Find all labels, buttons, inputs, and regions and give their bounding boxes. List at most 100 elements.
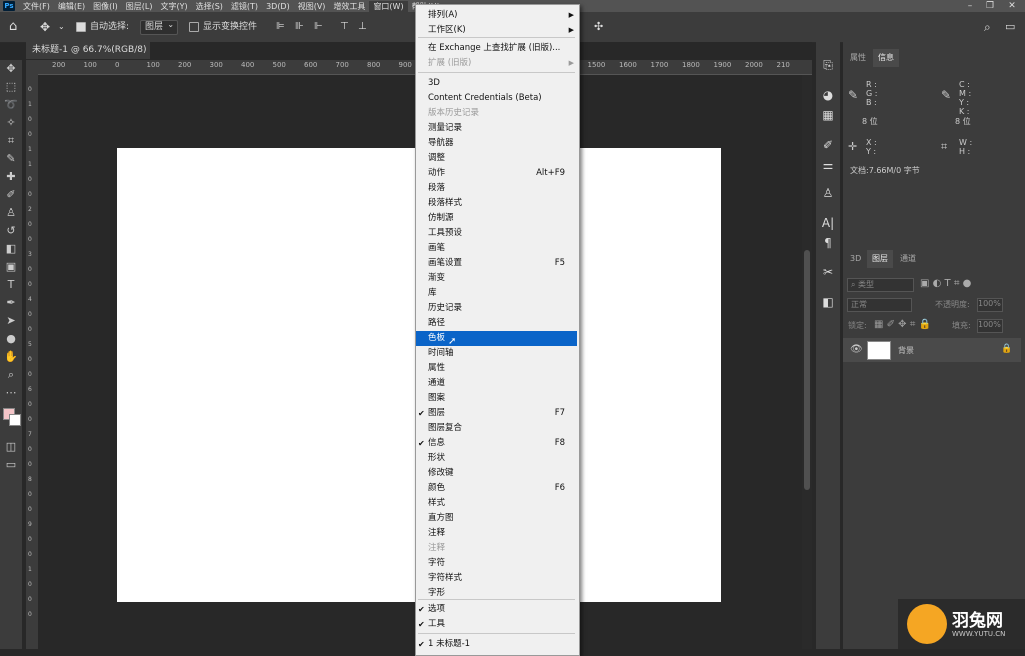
menu-select[interactable]: 选择(S) — [192, 1, 227, 12]
menu-plugins[interactable]: 增效工具 — [329, 1, 369, 12]
menu-filter[interactable]: 滤镜(T) — [227, 1, 262, 12]
auto-select-dropdown[interactable]: 图层 — [140, 12, 179, 42]
menu-item[interactable]: 图案 — [416, 391, 577, 406]
more-tools-icon[interactable]: ⋯ — [0, 384, 22, 402]
visibility-eye-icon[interactable]: 👁 — [850, 344, 863, 355]
zoom-tool-icon[interactable]: ⌕ — [0, 366, 22, 384]
swatches-panel-icon[interactable]: ▦ — [816, 108, 840, 122]
workspace-icon[interactable]: ▭ — [1005, 12, 1015, 42]
crop-tool-icon[interactable]: ⌗ — [0, 132, 22, 150]
shape-tool-icon[interactable]: ● — [0, 330, 22, 348]
menu-item[interactable]: 字符 — [416, 556, 577, 571]
menu-item[interactable]: ✔ 1 未标题-1 — [416, 637, 577, 652]
show-transform-checkbox[interactable]: 显示变换控件 — [189, 12, 257, 42]
menu-item[interactable]: 工作区(K) ▶ — [416, 23, 577, 38]
layer-thumbnail[interactable] — [867, 341, 891, 360]
menu-item[interactable]: 属性 — [416, 361, 577, 376]
menu-item[interactable]: 仿制源 — [416, 211, 577, 226]
close-window-icon[interactable]: ✕ — [1002, 0, 1022, 12]
menu-file[interactable]: 文件(F) — [19, 1, 54, 12]
fill-value[interactable]: 100% — [977, 319, 1003, 333]
minimize-icon[interactable]: – — [960, 0, 980, 12]
tab-channels[interactable]: 通道 — [895, 250, 921, 268]
menu-item[interactable]: 样式 — [416, 496, 577, 511]
lasso-tool-icon[interactable]: ➰ — [0, 96, 22, 114]
menu-view[interactable]: 视图(V) — [294, 1, 330, 12]
blend-mode-dropdown[interactable]: 正常 — [847, 298, 912, 312]
menu-item[interactable]: 动作 Alt+F9 — [416, 166, 577, 181]
eraser-tool-icon[interactable]: ◧ — [0, 240, 22, 258]
menu-item[interactable]: 字符样式 — [416, 571, 577, 586]
quick-mask-icon[interactable]: ◫ — [0, 438, 22, 456]
menu-item[interactable]: 字形 — [416, 586, 577, 601]
align-middle-icon[interactable]: ⊥ — [358, 12, 367, 42]
menu-item[interactable]: ✔ 信息 F8 — [416, 436, 577, 451]
color-panel-icon[interactable]: ◕ — [816, 88, 840, 102]
filter-icons[interactable]: ▣ ◐ T ⌗ ● — [920, 278, 971, 289]
history-panel-icon[interactable]: ⎘ — [816, 58, 840, 73]
align-center-icon[interactable]: ⊪ — [295, 12, 304, 42]
tools-panel-icon[interactable]: ✂ — [816, 265, 840, 279]
checkbox-icon[interactable] — [189, 21, 199, 32]
menu-item[interactable]: ✔ 图层 F7 — [416, 406, 577, 421]
brush-panel-icon[interactable]: ✐ — [816, 138, 840, 152]
menu-item[interactable]: 通道 — [416, 376, 577, 391]
lock-icons[interactable]: ▦ ✐ ✥ ⌗ 🔒 — [874, 319, 931, 330]
menu-item[interactable]: 修改键 — [416, 466, 577, 481]
hand-tool-icon[interactable]: ✋ — [0, 348, 22, 366]
menu-item[interactable]: 图层复合 — [416, 421, 577, 436]
menu-item[interactable]: 排列(A) ▶ — [416, 8, 577, 23]
menu-item[interactable]: 历史记录 — [416, 301, 577, 316]
menu-item[interactable]: 渐变 — [416, 271, 577, 286]
lock-icon[interactable]: 🔒 — [1001, 344, 1012, 354]
libraries-panel-icon[interactable]: ◧ — [816, 295, 840, 309]
home-icon[interactable]: ⌂ — [9, 12, 17, 42]
menu-item[interactable]: 工具预设 — [416, 226, 577, 241]
tab-layers[interactable]: 图层 — [867, 250, 893, 268]
menu-item[interactable]: 画笔 — [416, 241, 577, 256]
pen-tool-icon[interactable]: ✒ — [0, 294, 22, 312]
auto-select-checkbox[interactable]: 自动选择: — [76, 12, 129, 42]
move-tool-icon[interactable]: ✥ — [0, 60, 22, 78]
gradient-tool-icon[interactable]: ▣ — [0, 258, 22, 276]
paragraph-panel-icon[interactable]: ¶ — [816, 236, 840, 250]
auto-select-value[interactable]: 图层 — [140, 18, 179, 35]
align-right-icon[interactable]: ⊩ — [314, 12, 323, 42]
menu-item[interactable]: 时间轴 — [416, 346, 577, 361]
menu-item[interactable]: 注释 — [416, 526, 577, 541]
tool-preset-chevron-icon[interactable]: ⌄ — [58, 12, 65, 42]
menu-item[interactable]: ✔ 工具 — [416, 617, 577, 632]
menu-image[interactable]: 图像(I) — [89, 1, 122, 12]
menu-item[interactable]: 形状 — [416, 451, 577, 466]
menu-item[interactable]: 库 — [416, 286, 577, 301]
move-tool-icon[interactable]: ✥ — [40, 12, 50, 42]
menu-item[interactable]: 画笔设置 F5 — [416, 256, 577, 271]
menu-item[interactable]: 3D — [416, 76, 577, 91]
type-tool-icon[interactable]: T — [0, 276, 22, 294]
eyedropper-tool-icon[interactable]: ✎ — [0, 150, 22, 168]
scrollbar-thumb[interactable] — [804, 250, 810, 490]
3d-mode-icon[interactable]: ✣ — [594, 12, 603, 42]
menu-edit[interactable]: 编辑(E) — [54, 1, 89, 12]
menu-item[interactable]: 直方图 — [416, 511, 577, 526]
menu-item[interactable]: 调整 — [416, 151, 577, 166]
opacity-value[interactable]: 100% — [977, 298, 1003, 312]
search-icon[interactable]: ⌕ — [984, 12, 991, 42]
magic-wand-tool-icon[interactable]: ✧ — [0, 114, 22, 132]
brush-tool-icon[interactable]: ✐ — [0, 186, 22, 204]
tab-properties[interactable]: 属性 — [845, 49, 871, 67]
marquee-tool-icon[interactable]: ⬚ — [0, 78, 22, 96]
layer-name[interactable]: 背景 — [898, 345, 914, 356]
checkbox-icon[interactable] — [76, 21, 86, 32]
screen-mode-icon[interactable]: ▭ — [0, 456, 22, 474]
adjustments-panel-icon[interactable]: ⚌ — [816, 158, 840, 172]
healing-brush-tool-icon[interactable]: ✚ — [0, 168, 22, 186]
background-color-swatch[interactable] — [9, 414, 21, 426]
menu-item[interactable]: ✔ 选项 — [416, 602, 577, 617]
menu-item[interactable]: Content Credentials (Beta) — [416, 91, 577, 106]
document-tab[interactable]: 未标题-1 @ 66.7%(RGB/8) × — [26, 42, 150, 72]
tab-info[interactable]: 信息 — [873, 49, 899, 67]
menu-item[interactable]: 测量记录 — [416, 121, 577, 136]
layer-kind-filter[interactable]: ⌕ 类型 — [847, 278, 914, 292]
menu-type[interactable]: 文字(Y) — [156, 1, 191, 12]
